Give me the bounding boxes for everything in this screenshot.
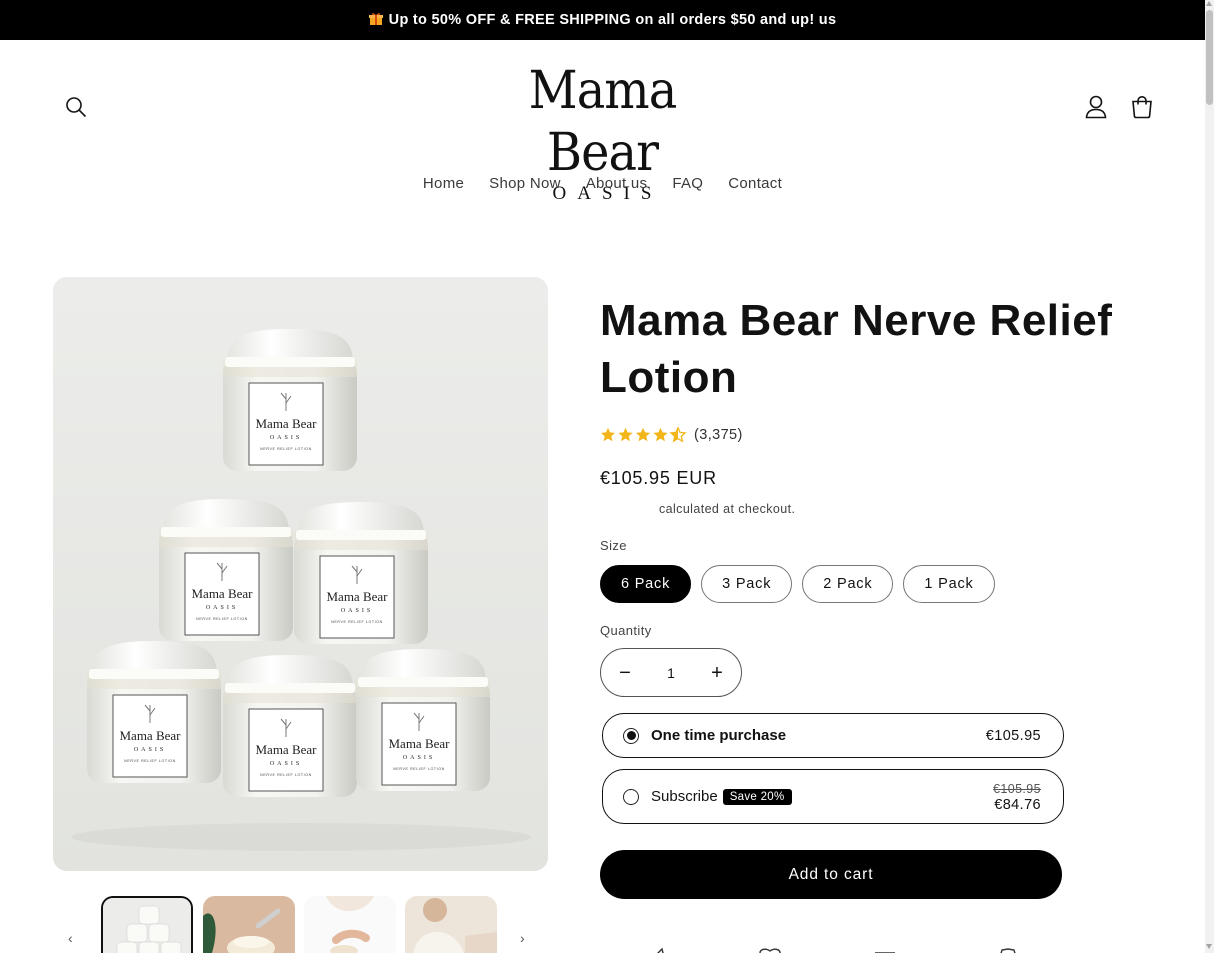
scroll-down-arrow-icon[interactable] xyxy=(1206,944,1212,949)
quantity-stepper: − 1 + xyxy=(600,648,742,697)
nav-item-shop-now[interactable]: Shop Now xyxy=(477,175,574,192)
one-time-price: €105.95 xyxy=(985,727,1041,744)
nav-item-home[interactable]: Home xyxy=(410,175,476,192)
subscribe-label: Subscribe xyxy=(651,788,718,805)
thumbnail-hands-image xyxy=(304,896,396,953)
scroll-up-arrow-icon[interactable] xyxy=(1206,1,1212,6)
size-options: 6 Pack 3 Pack 2 Pack 1 Pack xyxy=(600,565,995,603)
thumbnail-cream-image xyxy=(203,896,295,953)
subscribe-price: €84.76 xyxy=(994,796,1041,813)
quantity-label: Quantity xyxy=(600,623,652,638)
account-icon xyxy=(1085,95,1107,119)
quantity-decrease-button[interactable]: − xyxy=(617,663,633,683)
save-badge: Save 20% xyxy=(722,788,792,805)
store-logo[interactable]: Mama Bear OASIS xyxy=(470,60,735,204)
subscribe-price-block: €105.95 €84.76 xyxy=(993,781,1041,813)
one-time-label: One time purchase xyxy=(651,727,787,744)
logo-main-text: Mama Bear xyxy=(528,61,678,183)
account-button[interactable] xyxy=(1080,91,1112,123)
search-icon xyxy=(66,97,87,118)
nav-item-contact[interactable]: Contact xyxy=(716,175,795,192)
search-button[interactable] xyxy=(60,91,92,123)
radio-selected-dot-icon xyxy=(626,731,636,740)
product-rating[interactable]: (3,375) xyxy=(600,427,743,443)
add-to-cart-button[interactable]: Add to cart xyxy=(600,850,1062,899)
product-price: €105.95 EUR xyxy=(600,468,717,488)
thumbnail-2[interactable] xyxy=(203,896,295,953)
star-rating-icon xyxy=(600,427,688,443)
thumbnail-jars-image xyxy=(103,898,191,953)
nav-item-about-us[interactable]: About us xyxy=(573,175,660,192)
one-time-purchase-option[interactable]: One time purchase €105.95 xyxy=(602,713,1064,758)
one-time-radio[interactable] xyxy=(623,727,639,744)
size-option-2-pack[interactable]: 2 Pack xyxy=(802,565,894,603)
quantity-increase-button[interactable]: + xyxy=(709,663,725,683)
product-main-image[interactable]: Mama Bear OASIS NERVE RELIEF LOTION xyxy=(53,277,548,871)
thumbnail-4[interactable] xyxy=(405,896,497,953)
review-count[interactable]: (3,375) xyxy=(694,427,743,443)
size-option-3-pack[interactable]: 3 Pack xyxy=(701,565,793,603)
thumbnail-3[interactable] xyxy=(304,896,396,953)
size-option-6-pack[interactable]: 6 Pack xyxy=(600,565,692,603)
shipping-tax-note: calculated at checkout. xyxy=(659,502,796,516)
announcement-bar: Up to 50% OFF & FREE SHIPPING on all ord… xyxy=(0,0,1205,40)
trust-icons xyxy=(657,947,1016,953)
trust-icons-row xyxy=(640,944,1040,953)
subscribe-option[interactable]: Subscribe Save 20% €105.95 €84.76 xyxy=(602,769,1064,824)
size-option-1-pack[interactable]: 1 Pack xyxy=(903,565,995,603)
thumbnail-next-arrow-icon[interactable]: › xyxy=(520,930,525,946)
product-title: Mama Bear Nerve Relief Lotion xyxy=(600,296,1113,402)
main-nav: Home Shop Now About us FAQ Contact xyxy=(0,175,1205,192)
subscribe-original-price: €105.95 xyxy=(993,781,1041,796)
nav-item-faq[interactable]: FAQ xyxy=(660,175,716,192)
scrollbar[interactable] xyxy=(1205,0,1214,953)
thumbnail-model-image xyxy=(405,896,497,953)
subscribe-radio[interactable] xyxy=(623,788,639,805)
announcement-text: Up to 50% OFF & FREE SHIPPING on all ord… xyxy=(388,12,837,28)
thumbnail-prev-arrow-icon[interactable]: ‹ xyxy=(68,930,73,946)
size-label: Size xyxy=(600,538,627,553)
thumbnail-1[interactable] xyxy=(101,896,193,953)
lotion-jars-photo: Mama Bear OASIS NERVE RELIEF LOTION xyxy=(53,277,548,871)
cart-icon xyxy=(1132,95,1152,119)
quantity-input[interactable]: 1 xyxy=(667,665,675,681)
cart-button[interactable] xyxy=(1126,91,1158,123)
gift-icon xyxy=(368,12,383,29)
scrollbar-thumb[interactable] xyxy=(1206,10,1213,105)
